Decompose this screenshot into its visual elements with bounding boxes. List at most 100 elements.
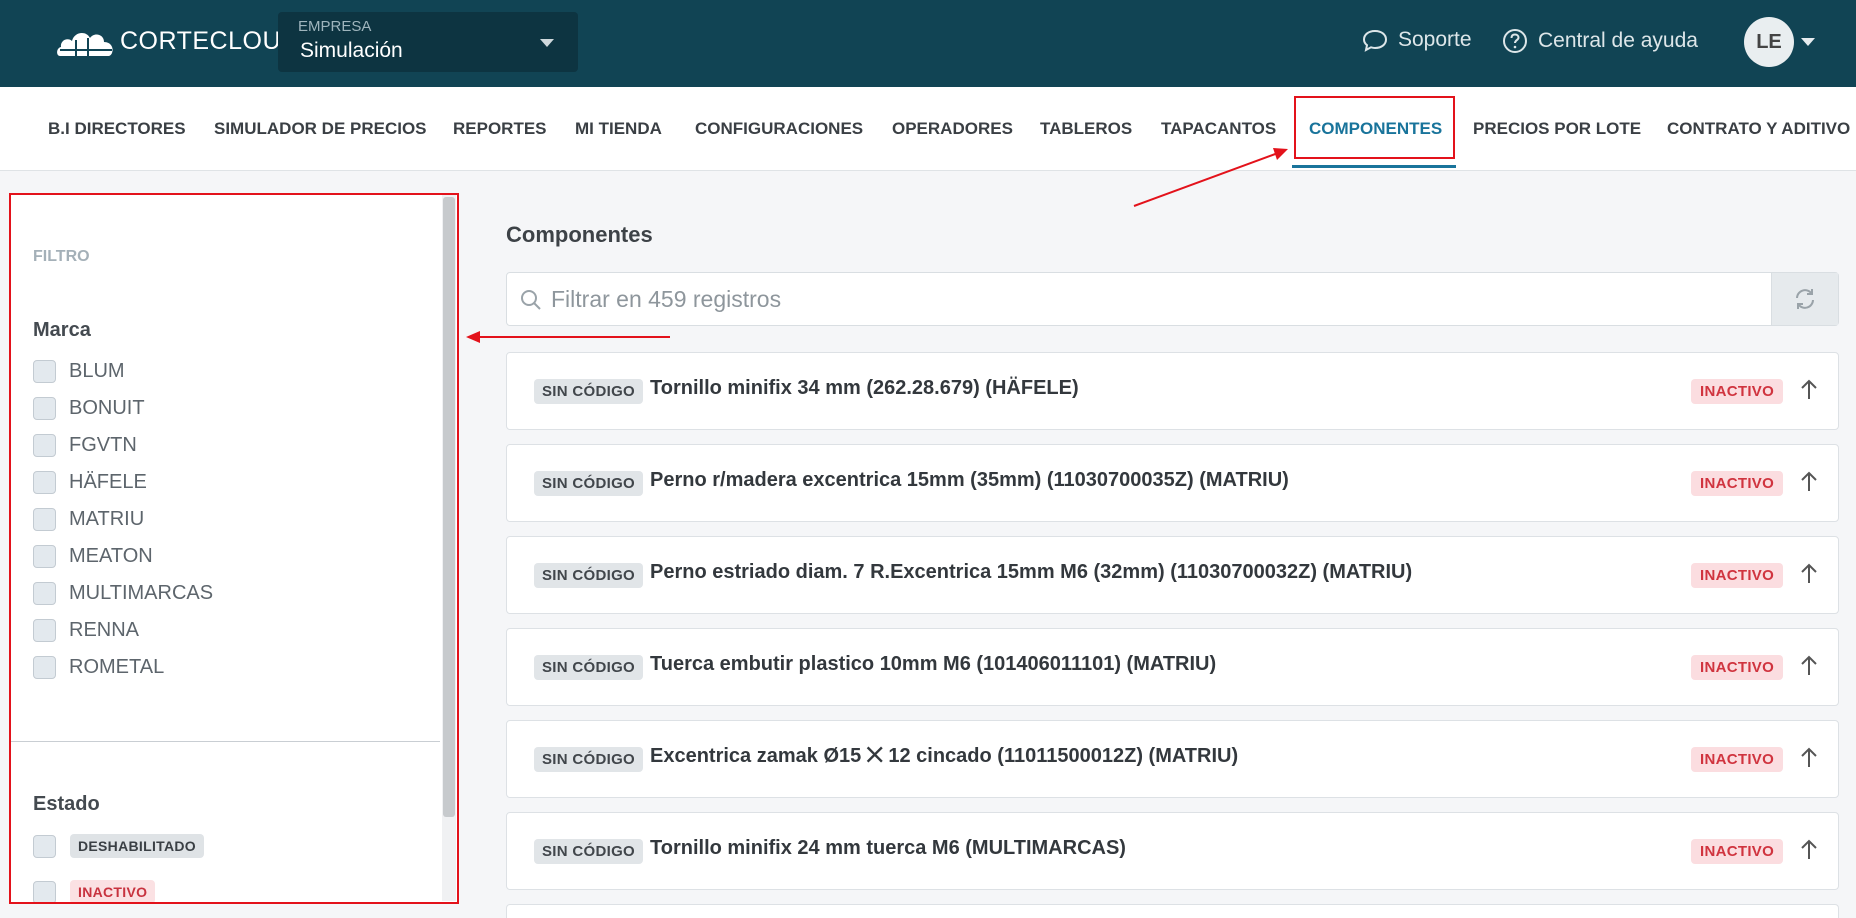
status-badge: INACTIVO — [1691, 563, 1784, 588]
nav-componentes[interactable]: COMPONENTES — [1309, 119, 1442, 139]
marca-option-rometal[interactable]: ROMETAL — [33, 656, 164, 679]
chevron-down-icon[interactable] — [1801, 38, 1815, 46]
filter-heading: FILTRO — [33, 248, 90, 265]
item-name: Tornillo minifix 34 mm (262.28.679) (HÄF… — [650, 377, 1079, 399]
nav-tapacantos[interactable]: TAPACANTOS — [1161, 119, 1276, 139]
marca-option-bonuit[interactable]: BONUIT — [33, 397, 145, 420]
checkbox[interactable] — [33, 508, 56, 531]
list-item[interactable]: SIN CÓDIGO Tornillo minifix 34 mm (262.2… — [506, 352, 1839, 430]
soporte-label: Soporte — [1398, 28, 1472, 51]
item-name: Perno r/madera excentrica 15mm (35mm) (1… — [650, 469, 1289, 491]
option-label: ROMETAL — [69, 656, 165, 678]
soporte-link[interactable]: Soporte — [1362, 28, 1472, 52]
marca-option-fgvtn[interactable]: FGVTN — [33, 434, 137, 457]
option-label: BONUIT — [69, 397, 145, 419]
marca-title: Marca — [33, 319, 91, 341]
arrow-up-icon[interactable] — [1797, 469, 1821, 495]
list-item[interactable] — [506, 904, 1839, 918]
code-badge: SIN CÓDIGO — [534, 839, 644, 864]
list-item[interactable]: SIN CÓDIGO Excentrica zamak Ø15 ⨉ 12 cin… — [506, 720, 1839, 798]
marca-option-matriu[interactable]: MATRIU — [33, 508, 144, 531]
arrow-up-icon[interactable] — [1797, 653, 1821, 679]
estado-option-inactivo[interactable]: INACTIVO — [33, 880, 156, 903]
help-center-link[interactable]: Central de ayuda — [1502, 28, 1698, 54]
list-item[interactable]: SIN CÓDIGO Perno estriado diam. 7 R.Exce… — [506, 536, 1839, 614]
arrow-up-icon[interactable] — [1797, 837, 1821, 863]
option-label: MULTIMARCAS — [69, 582, 214, 604]
option-label: MATRIU — [69, 508, 145, 530]
checkbox[interactable] — [33, 619, 56, 642]
nav-tableros[interactable]: TABLEROS — [1040, 119, 1132, 139]
status-badge: INACTIVO — [1691, 379, 1784, 404]
code-badge: SIN CÓDIGO — [534, 563, 644, 588]
code-badge: SIN CÓDIGO — [534, 379, 644, 404]
nav-simulador-de-precios[interactable]: SIMULADOR DE PRECIOS — [214, 119, 427, 139]
option-label: RENNA — [69, 619, 140, 641]
marca-option-meaton[interactable]: MEATON — [33, 545, 153, 568]
chat-bubble-icon — [1362, 29, 1388, 52]
item-name: Excentrica zamak Ø15 ⨉ 12 cincado (11011… — [650, 745, 1239, 767]
active-tab-indicator — [1292, 165, 1456, 168]
checkbox[interactable] — [33, 656, 56, 679]
item-name: Tornillo minifix 24 mm tuerca M6 (MULTIM… — [650, 837, 1126, 859]
status-badge: DESHABILITADO — [70, 834, 204, 858]
refresh-button[interactable] — [1771, 273, 1838, 325]
nav-configuraciones[interactable]: CONFIGURACIONES — [695, 119, 863, 139]
status-badge: INACTIVO — [1691, 747, 1784, 772]
nav-reportes[interactable]: REPORTES — [453, 119, 547, 139]
nav-precios-por-lote[interactable]: PRECIOS POR LOTE — [1473, 119, 1641, 139]
checkbox[interactable] — [33, 434, 56, 457]
item-name: Tuerca embutir plastico 10mm M6 (1014060… — [650, 653, 1217, 675]
marca-option-multimarcas[interactable]: MULTIMARCAS — [33, 582, 213, 605]
section-divider — [10, 741, 440, 742]
refresh-icon — [1796, 289, 1814, 309]
empresa-label: EMPRESA — [298, 18, 372, 35]
user-avatar[interactable]: LE — [1744, 17, 1794, 67]
checkbox[interactable] — [33, 471, 56, 494]
arrow-up-icon[interactable] — [1797, 561, 1821, 587]
filter-sidebar: FILTRO Marca BLUM BONUIT FGVTN HÄFELE MA… — [10, 193, 458, 903]
status-badge: INACTIVO — [1691, 839, 1784, 864]
checkbox[interactable] — [33, 834, 56, 858]
cloud-logo-icon — [57, 32, 113, 56]
nav-operadores[interactable]: OPERADORES — [892, 119, 1013, 139]
sidebar-scrollbar-thumb[interactable] — [443, 197, 455, 817]
list-item[interactable]: SIN CÓDIGO Tuerca embutir plastico 10mm … — [506, 628, 1839, 706]
estado-option-deshabilitado[interactable]: DESHABILITADO — [33, 834, 204, 858]
option-label: BLUM — [69, 360, 125, 382]
marca-option-renna[interactable]: RENNA — [33, 619, 139, 642]
search-input[interactable] — [551, 273, 1771, 325]
option-label: HÄFELE — [69, 471, 147, 493]
checkbox[interactable] — [33, 880, 56, 903]
arrow-up-icon[interactable] — [1797, 377, 1821, 403]
brand-logo[interactable]: CORTECLOUD — [56, 24, 300, 58]
nav-bi-directores[interactable]: B.I DIRECTORES — [48, 119, 186, 139]
help-circle-icon — [1503, 29, 1527, 53]
help-center-label: Central de ayuda — [1538, 29, 1698, 52]
status-badge: INACTIVO — [1691, 655, 1784, 680]
search-bar — [506, 272, 1839, 326]
marca-option-blum[interactable]: BLUM — [33, 360, 125, 383]
nav-mi-tienda[interactable]: MI TIENDA — [575, 119, 662, 139]
estado-title: Estado — [33, 793, 100, 815]
list-item[interactable]: SIN CÓDIGO Perno r/madera excentrica 15m… — [506, 444, 1839, 522]
nav-contrato-y-aditivo[interactable]: CONTRATO Y ADITIVO — [1667, 119, 1850, 139]
marca-option-hafele[interactable]: HÄFELE — [33, 471, 147, 494]
empresa-selector[interactable]: EMPRESA Simulación — [278, 12, 578, 72]
checkbox[interactable] — [33, 397, 56, 420]
checkbox[interactable] — [33, 360, 56, 383]
page-title: Componentes — [506, 222, 653, 247]
option-label: FGVTN — [69, 434, 137, 456]
list-item[interactable]: SIN CÓDIGO Tornillo minifix 24 mm tuerca… — [506, 812, 1839, 890]
arrow-up-icon[interactable] — [1797, 745, 1821, 771]
status-badge: INACTIVO — [70, 880, 156, 903]
item-name: Perno estriado diam. 7 R.Excentrica 15mm… — [650, 561, 1413, 583]
empresa-value: Simulación — [300, 39, 403, 62]
code-badge: SIN CÓDIGO — [534, 747, 644, 772]
status-badge: INACTIVO — [1691, 471, 1784, 496]
option-label: MEATON — [69, 545, 153, 567]
checkbox[interactable] — [33, 582, 56, 605]
code-badge: SIN CÓDIGO — [534, 471, 644, 496]
checkbox[interactable] — [33, 545, 56, 568]
main-nav: B.I DIRECTORES SIMULADOR DE PRECIOS REPO… — [0, 87, 1856, 171]
